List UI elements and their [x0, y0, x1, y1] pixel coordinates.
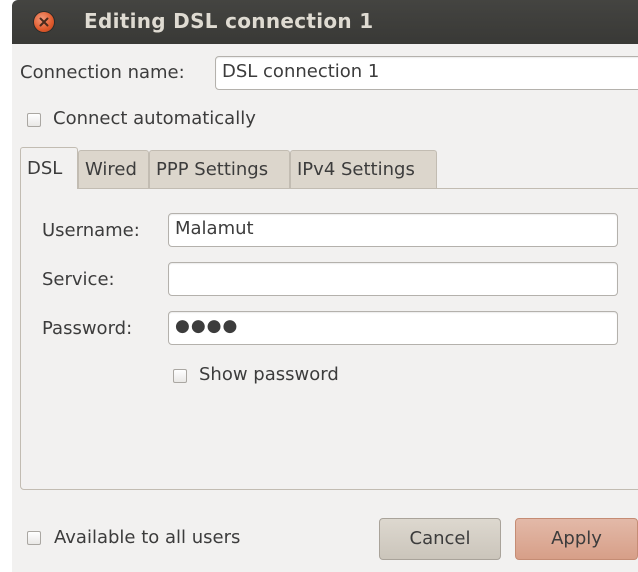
connect-automatically-checkbox[interactable] — [27, 113, 41, 127]
close-button[interactable] — [34, 12, 54, 32]
service-field[interactable] — [168, 262, 618, 296]
connect-automatically-label: Connect automatically — [53, 108, 256, 129]
cancel-button[interactable]: Cancel — [379, 518, 501, 560]
tab-wired[interactable]: Wired — [78, 150, 149, 188]
title-bar[interactable]: Editing DSL connection 1 — [12, 0, 638, 44]
tab-ipv4-settings[interactable]: IPv4 Settings — [290, 150, 437, 188]
window-title: Editing DSL connection 1 — [84, 9, 374, 33]
password-label: Password: — [42, 318, 133, 339]
tab-ppp-settings[interactable]: PPP Settings — [149, 150, 290, 188]
connection-name-field[interactable]: DSL connection 1 — [215, 56, 638, 90]
apply-button[interactable]: Apply — [515, 518, 638, 560]
service-label: Service: — [42, 269, 115, 290]
available-to-all-users-label: Available to all users — [54, 527, 241, 548]
show-password-label: Show password — [199, 364, 339, 385]
connection-name-label: Connection name: — [20, 62, 185, 83]
show-password-checkbox[interactable] — [173, 369, 187, 383]
available-to-all-users-checkbox[interactable] — [27, 531, 41, 545]
password-field[interactable]: ●●●● — [168, 311, 618, 345]
tab-dsl[interactable]: DSL — [20, 147, 78, 189]
username-field[interactable]: Malamut — [168, 213, 618, 247]
username-label: Username: — [42, 220, 140, 241]
close-icon — [39, 17, 49, 27]
